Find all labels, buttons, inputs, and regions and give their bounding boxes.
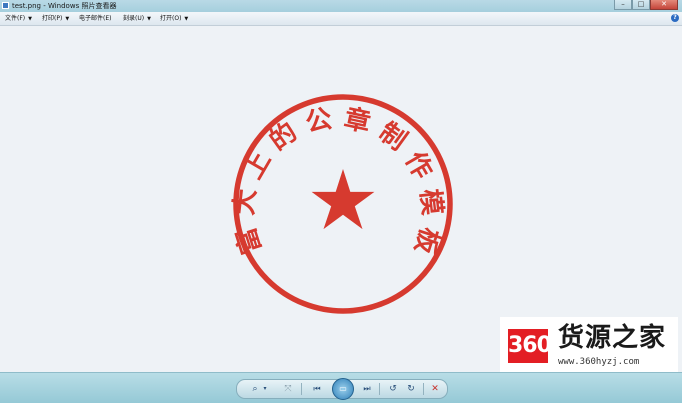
delete-icon[interactable]: ✕ [427,382,443,396]
separator [301,383,302,395]
actual-size-icon[interactable]: ⤧ [281,382,295,396]
menu-print[interactable]: 打印(P) ▼ [42,14,69,23]
previous-icon[interactable]: ⏮ [309,382,325,396]
close-button[interactable]: ✕ [650,0,678,10]
separator [423,383,424,395]
menu-email[interactable]: 电子邮件(E) [79,14,111,23]
rotate-clockwise-icon[interactable]: ↻ [403,382,419,396]
star-icon [311,169,375,230]
chevron-down-icon: ▼ [147,16,151,22]
window-controls: – □ ✕ [614,0,678,10]
menu-print-label: 打印(P) [42,15,63,22]
menu-open-label: 打开(O) [160,15,182,22]
zoom-chevron-down-icon[interactable]: ▾ [261,382,269,396]
watermark-title: 货源之家 [558,323,667,353]
bottom-toolbar: ⌕ ▾ ⤧ ⏮ ▭ ⏭ ↺ ↻ ✕ [0,372,682,403]
slideshow-button[interactable]: ▭ [332,378,354,400]
menu-bar: 文件(F) ▼ 打印(P) ▼ 电子邮件(E) 刻录(U) ▼ 打开(O) ▼ ? [0,12,682,26]
menu-file-label: 文件(F) [5,15,26,22]
chevron-down-icon: ▼ [28,16,32,22]
maximize-button[interactable]: □ [632,0,650,10]
next-icon[interactable]: ⏭ [359,382,375,396]
watermark: 360 货源之家 www.360hyzj.com [500,317,678,373]
playback-controls: ⌕ ▾ ⤧ ⏮ ▭ ⏭ ↺ ↻ ✕ [236,378,448,400]
window-title: test.png - Windows 照片查看器 [12,2,117,10]
menu-open[interactable]: 打开(O) ▼ [160,14,188,23]
menu-email-label: 电子邮件(E) [79,15,112,22]
help-icon[interactable]: ? [671,14,679,22]
minimize-button[interactable]: – [614,0,632,10]
rotate-counterclockwise-icon[interactable]: ↺ [385,382,401,396]
chevron-down-icon: ▼ [65,16,70,22]
menu-burn-label: 刻录(U) [123,15,145,22]
watermark-url: www.360hyzj.com [558,357,640,367]
photo-viewer-app-icon[interactable] [2,2,9,9]
separator [379,383,380,395]
title-bar: test.png - Windows 照片查看器 – □ ✕ [0,0,682,12]
menu-burn[interactable]: 刻录(U) ▼ [123,14,151,23]
menu-file[interactable]: 文件(F) ▼ [5,14,32,23]
watermark-logo: 360 [508,329,552,363]
chevron-down-icon: ▼ [184,16,189,22]
